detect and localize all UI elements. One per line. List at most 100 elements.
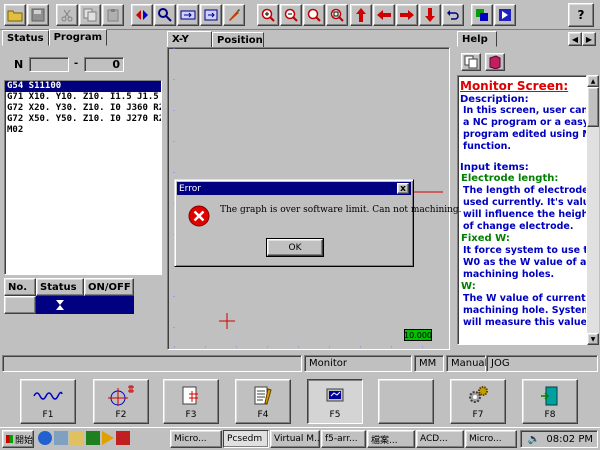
col-status: Status	[36, 278, 84, 296]
pages-icon	[464, 55, 478, 69]
zoom-out-icon	[284, 8, 298, 22]
program-list[interactable]: G54 S11100 G71 X10. Y10. Z10. I1.5 J1.5 …	[4, 80, 162, 275]
f8-button[interactable]: F8	[522, 379, 578, 424]
help-next-button[interactable]: ▶	[582, 32, 596, 46]
mirror-icon	[136, 10, 148, 20]
pan-left-button[interactable]	[373, 4, 395, 26]
n-end-field[interactable]: 0	[84, 57, 124, 72]
task-micro-1[interactable]: Micro...	[170, 430, 222, 448]
help-panel: Help ◀ ▶ Monitor Screen: Description: In…	[455, 30, 600, 352]
help-prev-button[interactable]: ◀	[568, 32, 582, 46]
help-button[interactable]: ?	[568, 3, 594, 27]
desktop-icon[interactable]	[54, 431, 68, 445]
start-button[interactable]: 開始	[2, 430, 34, 448]
n-start-field[interactable]	[29, 57, 69, 72]
clipboard-icon	[107, 9, 119, 22]
mirror-button[interactable]	[131, 4, 153, 26]
f1-button[interactable]: F1	[20, 379, 76, 424]
f8-label: F8	[544, 410, 556, 420]
tab-program[interactable]: Program	[48, 29, 107, 46]
task-pcsedm[interactable]: Pcsedm	[223, 430, 269, 448]
f7-button[interactable]: F7	[450, 379, 506, 424]
wave-icon	[33, 391, 63, 400]
ok-button[interactable]: OK	[266, 238, 324, 257]
copy-button[interactable]	[79, 4, 101, 26]
dialog-titlebar[interactable]: Error x	[177, 182, 411, 195]
help-item-name: Electrode length:	[461, 173, 559, 184]
scroll-down-button[interactable]: ▼	[587, 333, 599, 345]
color-button[interactable]	[471, 4, 493, 26]
help-content: Monitor Screen: Description: In this scr…	[457, 75, 587, 345]
f3-button[interactable]: F3	[163, 379, 219, 424]
row-status-cell[interactable]	[36, 296, 84, 314]
undo-button[interactable]	[442, 4, 464, 26]
help-nav: ◀ ▶	[568, 32, 596, 46]
tab-status[interactable]: Status	[2, 30, 49, 46]
task-virtual[interactable]: Virtual M...	[270, 430, 320, 448]
help-text-line: machining hole. System	[463, 305, 587, 316]
paint-icon[interactable]	[116, 431, 130, 445]
tab-xy[interactable]: X-Y	[167, 31, 212, 48]
task-files[interactable]: 檔案...	[367, 430, 415, 448]
task-micro-2[interactable]: Micro...	[465, 430, 517, 448]
cut-button[interactable]	[56, 4, 78, 26]
start-label: 開始	[14, 435, 33, 446]
media-icon[interactable]	[86, 431, 100, 445]
f2-button[interactable]: F2	[93, 379, 149, 424]
program-line[interactable]: G54 S11100	[5, 81, 161, 92]
save-button[interactable]	[27, 4, 49, 26]
find-button[interactable]	[154, 4, 176, 26]
simulate-button[interactable]	[494, 4, 516, 26]
task-f5-arr[interactable]: f5-arr...	[321, 430, 366, 448]
dialog-message: The graph is over software limit. Can no…	[220, 205, 462, 215]
zoom-in-button[interactable]	[257, 4, 279, 26]
help-copy-button[interactable]	[461, 53, 481, 71]
close-icon: x	[400, 183, 406, 194]
ie-icon[interactable]	[38, 431, 52, 445]
next-button[interactable]	[177, 4, 199, 26]
paste-button[interactable]	[102, 4, 124, 26]
help-text-line: The W value of current	[463, 293, 586, 304]
outlook-icon[interactable]	[70, 431, 84, 445]
zoom-out-button[interactable]	[280, 4, 302, 26]
f6-button[interactable]	[378, 379, 434, 424]
origin-crosshair	[219, 313, 235, 329]
zoom-window-button[interactable]	[326, 4, 348, 26]
help-text-line: used currently. It's valu	[463, 197, 587, 208]
crosshair-icon	[108, 385, 134, 406]
help-text-line: function.	[463, 141, 511, 152]
help-book-button[interactable]	[485, 53, 505, 71]
program-line[interactable]: M02	[5, 125, 161, 136]
help-scrollbar[interactable]: ▲ ▼	[587, 75, 599, 345]
tab-position[interactable]: Position	[212, 32, 264, 48]
open-folder-button[interactable]	[4, 4, 26, 26]
pan-down-button[interactable]	[419, 4, 441, 26]
col-onoff: ON/OFF	[84, 278, 134, 296]
f4-button[interactable]: F4	[235, 379, 291, 424]
clock[interactable]: 08:02 PM	[546, 434, 593, 445]
row-onoff-cell[interactable]	[84, 296, 134, 314]
right-arrow-box-icon	[180, 10, 196, 20]
play-icon[interactable]	[102, 431, 114, 445]
program-line[interactable]: G72 X50. Y50. Z10. I0 J270 R2.5 K	[5, 114, 161, 125]
dialog-close-button[interactable]: x	[397, 183, 409, 194]
left-triangle-icon: ◀	[571, 34, 579, 44]
f5-button[interactable]: F5	[307, 379, 363, 424]
zoom-fit-button[interactable]	[303, 4, 325, 26]
edit-tool-button[interactable]	[223, 4, 245, 26]
status-table: No. Status ON/OFF	[4, 278, 134, 316]
jump-button[interactable]	[200, 4, 222, 26]
help-text-line: W0 as the W value of al	[463, 257, 587, 268]
pan-right-button[interactable]	[396, 4, 418, 26]
toolbar: ?	[0, 0, 600, 30]
right-triangle-icon: ▶	[585, 34, 593, 44]
program-line[interactable]: G71 X10. Y10. Z10. I1.5 J1.5 K1 U2	[5, 92, 161, 103]
volume-icon[interactable]: 🔈	[528, 434, 540, 445]
tab-help[interactable]: Help	[457, 31, 497, 47]
scroll-thumb[interactable]	[587, 87, 599, 127]
scroll-up-button[interactable]: ▲	[587, 75, 599, 87]
pan-up-button[interactable]	[350, 4, 372, 26]
program-line[interactable]: G72 X20. Y30. Z10. I0 J360 R2.5 K	[5, 103, 161, 114]
disk-icon	[31, 8, 45, 22]
task-acd[interactable]: ACD...	[416, 430, 464, 448]
